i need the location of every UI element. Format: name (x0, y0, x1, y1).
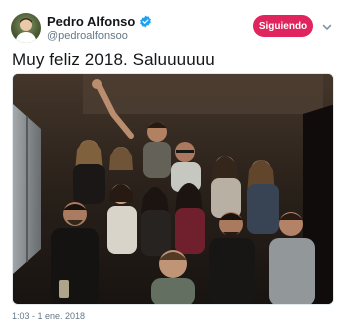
tweet-photo[interactable] (12, 73, 334, 305)
author-handle[interactable]: @pedroalfonsoo (47, 30, 128, 42)
tweet-text: Muy feliz 2018. Saluuuuuu (12, 50, 215, 69)
avatar[interactable] (11, 13, 41, 43)
display-name[interactable]: Pedro Alfonso (47, 14, 135, 29)
verified-icon (139, 15, 152, 28)
group-photo-icon (13, 74, 333, 304)
tweet-timestamp[interactable]: 1:03 - 1 ene. 2018 (12, 311, 85, 321)
tweet-card: Pedro Alfonso @pedroalfonsoo Siguiendo M… (0, 0, 350, 329)
following-button[interactable]: Siguiendo (253, 15, 313, 37)
author-name-row[interactable]: Pedro Alfonso (47, 14, 152, 29)
chevron-down-icon[interactable] (321, 20, 333, 32)
